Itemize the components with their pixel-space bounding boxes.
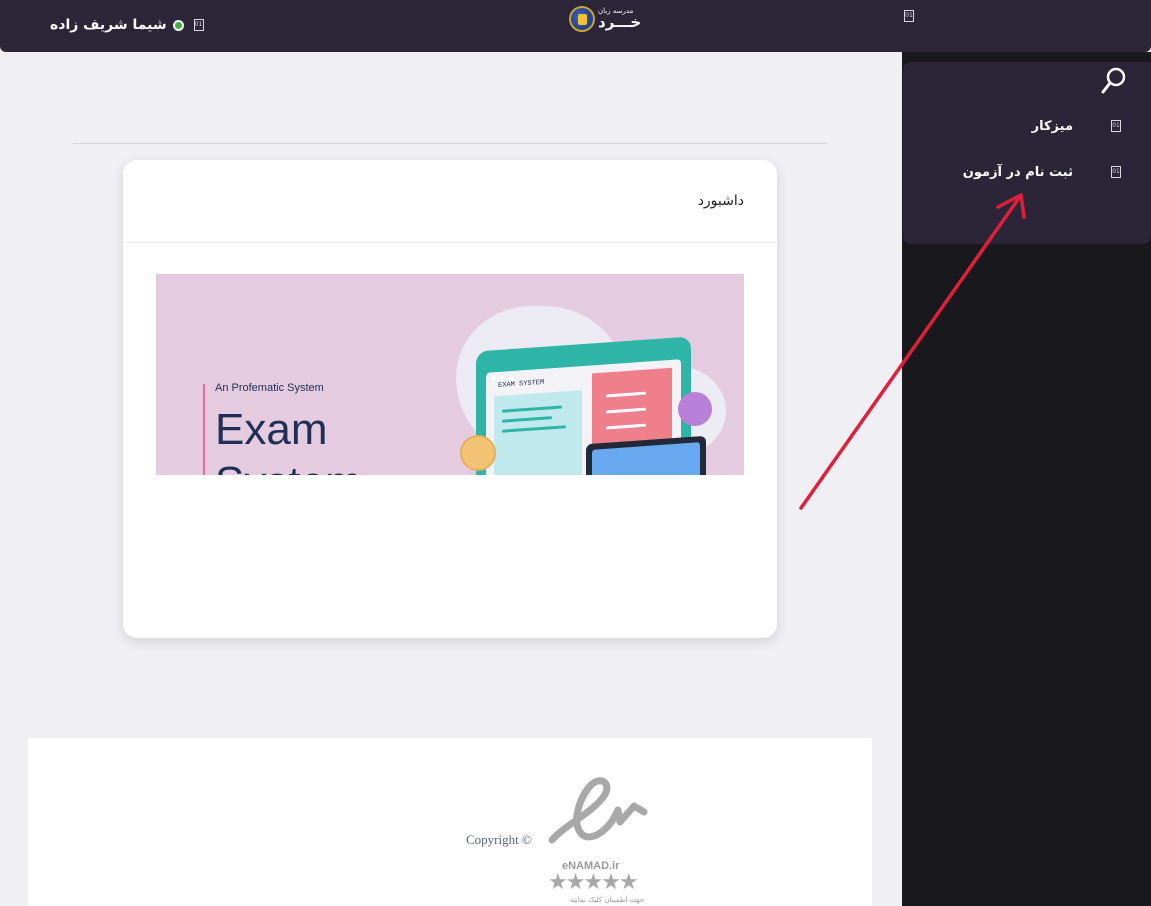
page-title: داشبورد [697, 193, 744, 209]
pill-badge-icon [678, 392, 712, 426]
logo-big-text: خـــرد [598, 13, 642, 31]
enamad-note: جهت اطمینان کلیک نمایید [570, 896, 645, 904]
enamad-stars-icon: ★★★★★ [548, 870, 639, 895]
user-icon: 01 [193, 19, 204, 31]
logo-emblem-icon [569, 6, 595, 32]
sidebar-item-dashboard[interactable]: 01 میزکار [1032, 114, 1121, 138]
enamad-logo-icon [548, 777, 648, 844]
exam-system-banner: An Profematic System Exam System EXAM SY… [156, 274, 744, 475]
dashboard-icon: 01 [1111, 120, 1121, 132]
footer: Copyright © eNAMAD.ir ★★★★★ جهت اطمینان … [28, 738, 872, 906]
online-status-icon [172, 19, 184, 31]
sidebar-item-label: میزکار [1031, 118, 1073, 134]
sidebar-item-label: ثبت نام در آزمون [962, 164, 1073, 180]
card-header: داشبورد [123, 160, 777, 243]
content-divider [73, 143, 827, 144]
user-menu[interactable]: شیما شریف زاده 01 [50, 14, 204, 36]
enamad-trust-seal[interactable]: eNAMAD.ir ★★★★★ جهت اطمینان کلیک نمایید [546, 774, 648, 904]
user-name: شیما شریف زاده [50, 17, 167, 33]
window-dots-icon [491, 376, 514, 381]
copyright-text: Copyright © [466, 832, 532, 847]
banner-title: Exam System [215, 405, 362, 475]
school-logo[interactable]: مدرسه زبان خـــرد [569, 5, 643, 33]
sidebar-item-exam-registration[interactable]: 01 ثبت نام در آزمون [963, 160, 1121, 184]
banner-accent-line [203, 384, 205, 475]
banner-subtitle: An Profematic System [215, 382, 324, 394]
menu-toggle-icon[interactable]: 01 [904, 10, 914, 22]
search-icon[interactable] [1100, 66, 1128, 96]
exam-register-icon: 01 [1111, 166, 1121, 178]
dashboard-card: داشبورد An Profematic System Exam System… [123, 160, 777, 638]
user-badge-icon [460, 435, 496, 471]
top-bar: شیما شریف زاده 01 مدرسه زبان خـــرد 01 [0, 0, 1151, 52]
